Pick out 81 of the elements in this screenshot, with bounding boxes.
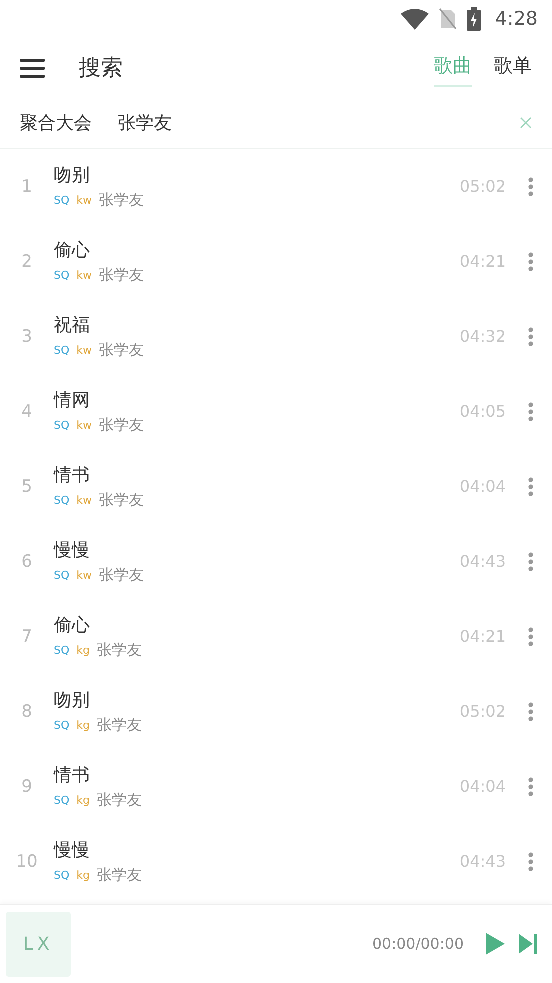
track-number: 7 (20, 626, 34, 646)
more-icon[interactable] (528, 176, 534, 196)
source-tag: kw (76, 344, 92, 357)
source-tag: kw (76, 569, 92, 582)
source-tag: kg (76, 794, 90, 807)
source-tag: kg (76, 719, 90, 732)
track-number: 8 (20, 702, 34, 722)
source-tag: kw (76, 494, 92, 507)
source-tag: kw (76, 419, 92, 432)
song-title[interactable]: 情书 (54, 463, 460, 487)
no-sim-icon (439, 8, 458, 30)
page-title: 搜索 (79, 55, 124, 83)
quality-tag: SQ (54, 719, 70, 732)
source-tag: kw (76, 269, 92, 282)
quality-tag: SQ (54, 644, 70, 657)
track-number: 4 (20, 402, 34, 422)
more-icon[interactable] (528, 852, 534, 872)
battery-icon (467, 7, 482, 31)
artist-name: 张学友 (97, 866, 142, 885)
quality-tag: SQ (54, 194, 70, 207)
more-icon[interactable] (528, 626, 534, 646)
more-icon[interactable] (528, 702, 534, 722)
song-duration: 04:21 (460, 627, 506, 646)
playback-time: 00:00/00:00 (372, 935, 464, 953)
quality-tag: SQ (54, 419, 70, 432)
quality-tag: SQ (54, 569, 70, 582)
more-icon[interactable] (528, 552, 534, 572)
search-tag[interactable]: 张学友 (118, 111, 172, 135)
wifi-icon (401, 8, 430, 30)
song-duration: 04:32 (460, 327, 506, 346)
artist-name: 张学友 (99, 191, 144, 210)
song-title[interactable]: 慢慢 (54, 538, 460, 562)
source-tag: kg (76, 869, 90, 882)
more-icon[interactable] (528, 326, 534, 346)
quality-tag: SQ (54, 494, 70, 507)
song-title[interactable]: 慢慢 (54, 838, 460, 862)
song-duration: 04:43 (460, 852, 506, 871)
track-number: 2 (20, 252, 34, 272)
song-duration: 04:04 (460, 477, 506, 496)
track-number: 9 (20, 776, 34, 796)
artist-name: 张学友 (97, 716, 142, 735)
song-duration: 04:21 (460, 252, 506, 271)
search-tag[interactable]: 聚合大会 (20, 111, 92, 135)
track-number: 1 (20, 176, 34, 196)
more-icon[interactable] (528, 252, 534, 272)
song-title[interactable]: 情书 (54, 763, 460, 787)
artist-name: 张学友 (99, 416, 144, 435)
more-icon[interactable] (528, 402, 534, 422)
more-icon[interactable] (528, 776, 534, 796)
artist-name: 张学友 (99, 266, 144, 285)
track-number: 3 (20, 326, 34, 346)
quality-tag: SQ (54, 269, 70, 282)
track-number: 10 (15, 852, 39, 872)
track-number: 6 (20, 552, 34, 572)
menu-icon[interactable] (20, 58, 45, 78)
quality-tag: SQ (54, 794, 70, 807)
song-duration: 04:05 (460, 402, 506, 421)
song-title[interactable]: 吻别 (54, 688, 460, 712)
source-tag: kw (76, 194, 92, 207)
artist-name: 张学友 (99, 341, 144, 360)
quality-tag: SQ (54, 344, 70, 357)
song-title[interactable]: 偷心 (54, 613, 460, 637)
song-title[interactable]: 吻别 (54, 163, 460, 187)
song-title[interactable]: 祝福 (54, 313, 460, 337)
song-title[interactable]: 偷心 (54, 238, 460, 262)
artist-name: 张学友 (99, 566, 144, 585)
song-duration: 05:02 (460, 177, 506, 196)
source-tag: kg (76, 644, 90, 657)
artist-name: 张学友 (97, 791, 142, 810)
tab[interactable]: 歌单 (494, 49, 532, 87)
song-title[interactable]: 情网 (54, 388, 460, 412)
song-duration: 04:04 (460, 777, 506, 796)
more-icon[interactable] (528, 476, 534, 496)
song-duration: 05:02 (460, 702, 506, 721)
artist-name: 张学友 (97, 641, 142, 660)
song-duration: 04:43 (460, 552, 506, 571)
artist-name: 张学友 (99, 491, 144, 510)
track-number: 5 (20, 476, 34, 496)
status-time: 4:28 (495, 8, 538, 30)
close-icon[interactable] (520, 117, 532, 129)
quality-tag: SQ (54, 869, 70, 882)
